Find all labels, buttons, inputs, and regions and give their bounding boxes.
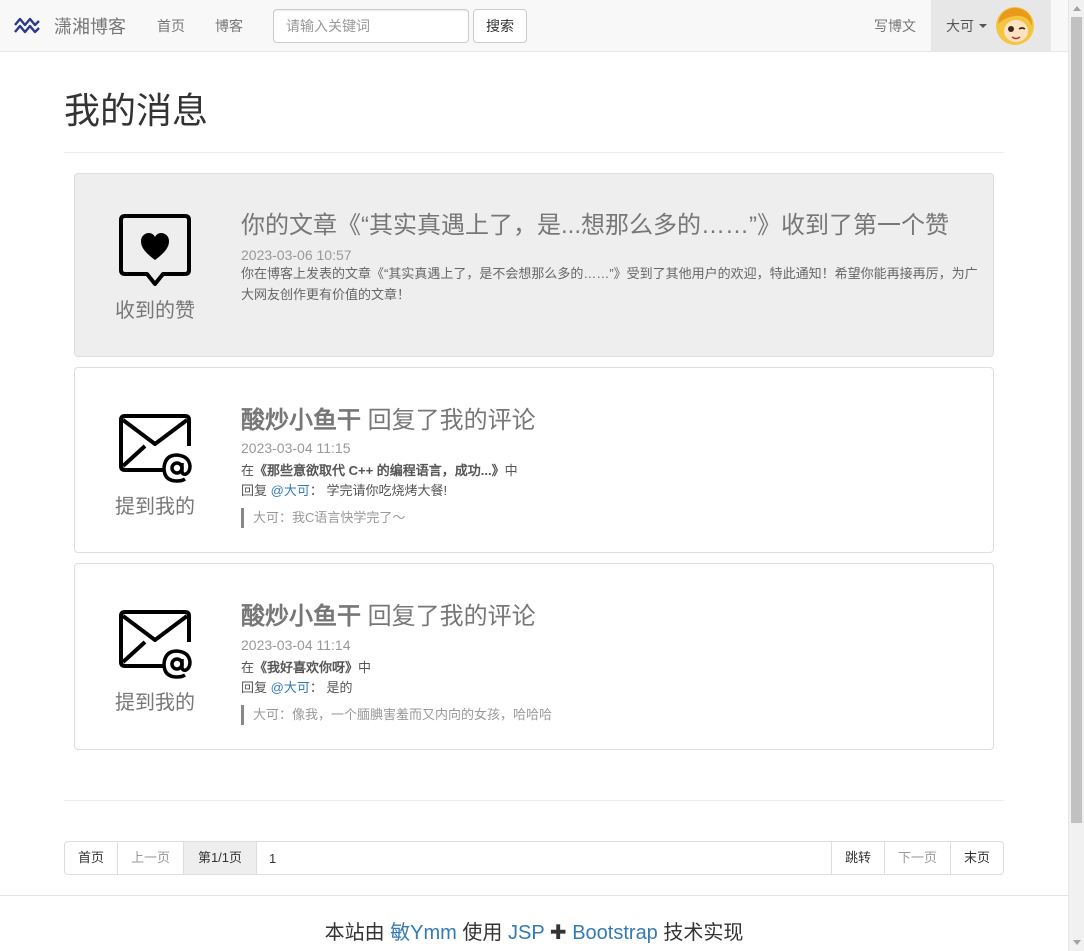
scroll-up-arrow-icon[interactable] xyxy=(1073,6,1081,11)
page-current: 第1/1页 xyxy=(183,841,257,875)
message-context: 在《我好喜欢你呀》中 xyxy=(241,657,371,676)
vertical-scrollbar[interactable] xyxy=(1068,0,1084,951)
caret-down-icon xyxy=(979,24,987,28)
reply-prefix: 回复 xyxy=(241,483,268,498)
page-prev[interactable]: 上一页 xyxy=(117,841,184,875)
context-prefix: 在 xyxy=(241,660,255,675)
reply-author[interactable]: 酸炒小鱼干 xyxy=(241,407,361,434)
pagination: 首页 上一页 第1/1页 跳转 下一页 末页 xyxy=(64,841,1004,875)
footer-author-link[interactable]: 敏Ymm xyxy=(390,922,457,944)
write-post-link[interactable]: 写博文 xyxy=(874,0,916,52)
brand[interactable]: 潇湘博客 xyxy=(14,0,126,52)
search-input[interactable] xyxy=(273,9,469,43)
plus-icon: ✚ xyxy=(549,922,567,944)
reply-action: 回复了我的评论 xyxy=(361,407,536,434)
reply-action: 回复了我的评论 xyxy=(361,603,536,630)
article-link[interactable]: 《我好喜欢你呀》 xyxy=(254,660,358,675)
nav-link-blog[interactable]: 博客 xyxy=(215,0,243,52)
message-type-label: 提到我的 xyxy=(115,692,195,714)
context-suffix: 中 xyxy=(504,463,518,478)
footer-divider xyxy=(0,895,1068,896)
mention-link[interactable]: @大可 xyxy=(271,483,310,498)
user-menu[interactable]: 大可 xyxy=(931,0,1051,52)
message-body: 你在博客上发表的文章《“其实真遇上了，是不会想那么多的……”》受到了其他用户的欢… xyxy=(241,266,978,302)
reply-separator: ： xyxy=(309,680,323,695)
brand-name: 潇湘博客 xyxy=(54,17,126,37)
list-divider xyxy=(64,800,1004,801)
reply-text: 是的 xyxy=(326,680,353,695)
reply-author[interactable]: 酸炒小鱼干 xyxy=(241,603,361,630)
message-type-label: 提到我的 xyxy=(115,496,195,518)
scroll-down-arrow-icon[interactable] xyxy=(1073,940,1081,945)
message-title: 酸炒小鱼干 回复了我的评论 xyxy=(241,400,536,435)
article-link[interactable]: 《那些意欲取代 C++ 的编程语言，成功...》 xyxy=(254,463,505,478)
quoted-comment: 大可：我C语言快学完了～ xyxy=(241,508,405,528)
reply-text: 学完请你吃烧烤大餐! xyxy=(326,483,448,498)
search-button[interactable]: 搜索 xyxy=(473,9,527,43)
message-item-like[interactable]: 收到的赞 你的文章《“其实真遇上了，是...想那么多的……”》收到了第一个赞 2… xyxy=(74,173,994,357)
message-item-mention[interactable]: 提到我的 酸炒小鱼干 回复了我的评论 2023-03-04 11:14 在《我好… xyxy=(74,563,994,750)
page-jump-button[interactable]: 跳转 xyxy=(831,841,885,875)
heart-bubble-icon xyxy=(119,214,191,286)
footer: 本站由 敏Ymm 使用 JSP ✚ Bootstrap 技术实现 xyxy=(0,916,1068,945)
message-context: 在《那些意欲取代 C++ 的编程语言，成功...》中 xyxy=(241,460,518,479)
page-next[interactable]: 下一页 xyxy=(884,841,951,875)
reply-separator: ： xyxy=(309,483,323,498)
message-title: 酸炒小鱼干 回复了我的评论 xyxy=(241,596,536,631)
message-date: 2023-03-04 11:15 xyxy=(241,440,351,456)
navbar: 潇湘博客 首页 博客 搜索 写博文 大可 xyxy=(0,0,1068,52)
mail-at-icon xyxy=(119,414,192,483)
page-title: 我的消息 xyxy=(64,90,209,131)
message-date: 2023-03-06 10:57 xyxy=(241,247,352,263)
footer-prefix: 本站由 xyxy=(324,922,385,944)
reply-line: 回复 @大可： 学完请你吃烧烤大餐! xyxy=(241,480,447,499)
page-last[interactable]: 末页 xyxy=(950,841,1004,875)
message-title[interactable]: 你的文章《“其实真遇上了，是...想那么多的……”》收到了第一个赞 xyxy=(241,205,949,240)
footer-bootstrap-link[interactable]: Bootstrap xyxy=(572,922,658,944)
user-name: 大可 xyxy=(946,18,974,34)
page-number-input[interactable] xyxy=(256,841,832,875)
message-item-mention[interactable]: 提到我的 酸炒小鱼干 回复了我的评论 2023-03-04 11:15 在《那些… xyxy=(74,367,994,553)
message-date: 2023-03-04 11:14 xyxy=(241,637,351,653)
footer-mid: 使用 xyxy=(462,922,503,944)
pulse-logo-icon xyxy=(14,17,40,34)
reply-prefix: 回复 xyxy=(241,680,268,695)
mention-link[interactable]: @大可 xyxy=(271,680,310,695)
reply-line: 回复 @大可： 是的 xyxy=(241,677,353,696)
scrollbar-thumb[interactable] xyxy=(1071,17,1082,823)
footer-jsp-link[interactable]: JSP xyxy=(508,922,544,944)
context-prefix: 在 xyxy=(241,463,255,478)
title-divider xyxy=(64,152,1004,153)
nav-link-home[interactable]: 首页 xyxy=(157,0,185,52)
message-type-label: 收到的赞 xyxy=(115,300,195,322)
mail-at-icon xyxy=(119,610,192,679)
quoted-comment: 大可：像我，一个腼腆害羞而又内向的女孩，哈哈哈 xyxy=(241,705,552,725)
page-first[interactable]: 首页 xyxy=(64,841,118,875)
footer-suffix: 技术实现 xyxy=(663,922,744,944)
context-suffix: 中 xyxy=(358,660,372,675)
avatar[interactable] xyxy=(995,6,1035,46)
